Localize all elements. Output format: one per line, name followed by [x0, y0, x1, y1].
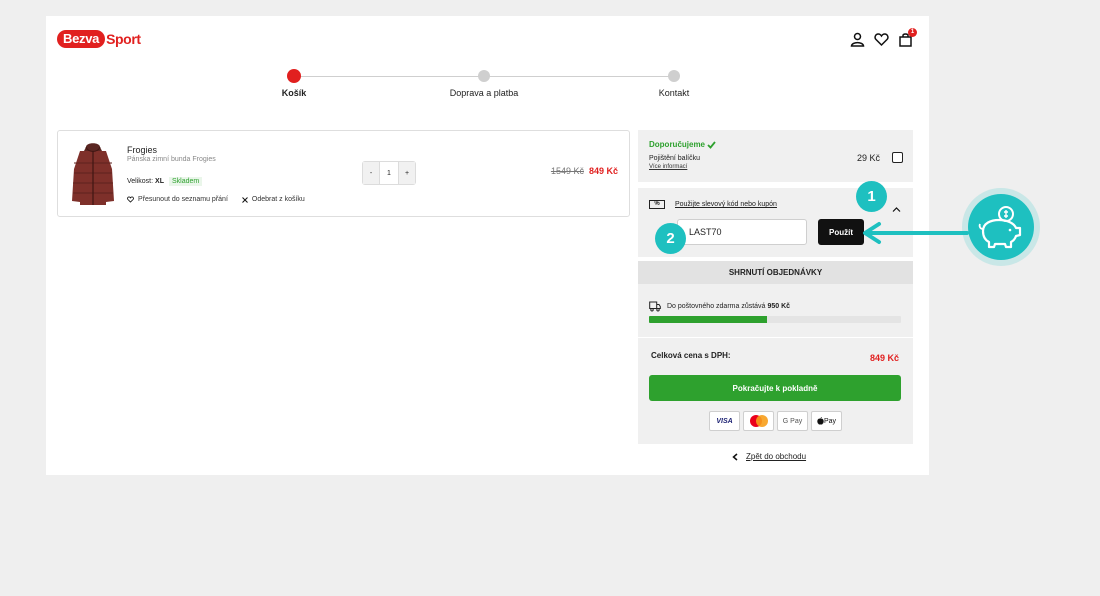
- insurance-checkbox[interactable]: [892, 152, 903, 163]
- coupon-code-input[interactable]: [677, 219, 807, 245]
- free-shipping-text: Do poštovného zdarma zůstává: [667, 303, 766, 310]
- brand-logo[interactable]: Bezva Sport: [57, 30, 141, 48]
- quantity-increase-button[interactable]: +: [399, 162, 415, 184]
- quantity-stepper: - 1 +: [362, 161, 416, 185]
- delivery-truck-icon: [649, 301, 661, 312]
- move-to-wishlist-button[interactable]: Přesunout do seznamu přání: [127, 196, 228, 203]
- step-label: Kontakt: [658, 88, 690, 98]
- step-shipping-payment[interactable]: Doprava a platba: [424, 70, 544, 98]
- insurance-price: 29 Kč: [856, 153, 880, 163]
- new-price: 849 Kč: [588, 166, 618, 176]
- summary-title: SHRNUTÍ OBJEDNÁVKY: [638, 261, 913, 284]
- step-dot: [287, 69, 301, 83]
- product-name[interactable]: Frogies: [127, 145, 157, 155]
- apple-pay-logo: Pay: [811, 411, 842, 431]
- product-image[interactable]: [70, 141, 116, 207]
- recommend-title-text: Doporučujeme: [649, 140, 706, 149]
- chevron-up-icon[interactable]: [892, 200, 901, 212]
- continue-to-checkout-button[interactable]: Pokračujte k pokladně: [649, 375, 901, 401]
- logo-part-sport: Sport: [106, 31, 141, 47]
- free-shipping-row: Do poštovného zdarma zůstává 950 Kč: [649, 301, 790, 312]
- piggy-bank-icon: [978, 206, 1022, 249]
- step-dot: [478, 70, 490, 82]
- recommend-title: Doporučujeme: [649, 140, 716, 149]
- product-actions: Přesunout do seznamu přání Odebrat z koš…: [127, 196, 305, 203]
- checkmark-icon: [707, 140, 716, 149]
- step-badge-1: 1: [856, 181, 887, 212]
- payment-methods: VISA G Pay Pay: [709, 411, 842, 431]
- product-prices: 1549 Kč 849 Kč: [551, 166, 618, 176]
- remove-from-cart-button[interactable]: Odebrat z košíku: [242, 196, 305, 203]
- more-info-link[interactable]: Více informací: [649, 164, 687, 170]
- summary-divider: [638, 337, 913, 338]
- product-size-row: Velikost: XL Skladem: [127, 177, 203, 186]
- step-badge-2: 2: [655, 223, 686, 254]
- coupon-link[interactable]: Použijte slevový kód nebo kupón: [675, 201, 777, 208]
- order-summary: SHRNUTÍ OBJEDNÁVKY Do poštovného zdarma …: [638, 261, 913, 444]
- total-value: 849 Kč: [869, 353, 899, 363]
- product-subtitle: Pánska zimní bunda Frogies: [127, 156, 216, 163]
- quantity-value[interactable]: 1: [379, 162, 399, 184]
- apple-pay-label: Pay: [823, 417, 837, 425]
- heart-icon: [127, 196, 134, 203]
- back-to-shop-link[interactable]: Zpět do obchodu: [732, 452, 806, 461]
- checkout-page: Bezva Sport 1 Košík Doprava a platba Kon…: [46, 16, 929, 475]
- size-value: XL: [155, 178, 164, 185]
- google-pay-logo: G Pay: [777, 411, 808, 431]
- cart-icon[interactable]: 1: [898, 28, 917, 47]
- size-label-text: Velikost:: [127, 178, 154, 185]
- mastercard-logo: [743, 411, 774, 431]
- free-shipping-progress: [649, 316, 901, 323]
- piggy-bank-badge: [962, 188, 1040, 266]
- step-contact[interactable]: Kontakt: [614, 70, 734, 98]
- old-price: 1549 Kč: [550, 166, 584, 176]
- cart-item: Frogies Pánska zimní bunda Frogies Velik…: [57, 130, 630, 217]
- quantity-decrease-button[interactable]: -: [363, 162, 379, 184]
- recommend-box: Doporučujeme Pojištění balíčku Více info…: [638, 130, 913, 182]
- free-shipping-amount: 950 Kč: [767, 303, 791, 310]
- total-label: Celková cena s DPH:: [651, 351, 731, 360]
- heart-icon[interactable]: [874, 32, 889, 47]
- move-to-wishlist-label: Přesunout do seznamu přání: [138, 196, 228, 203]
- step-cart[interactable]: Košík: [234, 69, 354, 98]
- apple-icon: [817, 417, 824, 425]
- chevron-left-icon: [732, 452, 738, 461]
- step-label: Doprava a platba: [449, 88, 519, 98]
- back-to-shop-label: Zpět do obchodu: [746, 452, 807, 461]
- free-shipping-progress-fill: [649, 316, 768, 323]
- checkout-stepper: Košík Doprava a platba Kontakt: [282, 69, 689, 110]
- step-dot: [668, 70, 680, 82]
- step-label: Košík: [281, 88, 307, 98]
- piggy-bank-circle: [968, 194, 1034, 260]
- stock-badge: Skladem: [168, 177, 203, 186]
- insurance-label: Pojištění balíčku: [649, 155, 700, 162]
- visa-logo: VISA: [709, 411, 740, 431]
- cart-count-badge: 1: [908, 28, 917, 37]
- percent-icon: %: [649, 200, 665, 209]
- logo-part-bezva: Bezva: [57, 30, 106, 48]
- user-icon[interactable]: [850, 32, 865, 47]
- remove-from-cart-label: Odebrat z košíku: [251, 196, 305, 203]
- annotation-arrow-icon: [863, 222, 969, 244]
- close-icon: [242, 196, 248, 203]
- coupon-toggle[interactable]: % Použijte slevový kód nebo kupón: [649, 200, 777, 209]
- header-icons: 1: [850, 28, 917, 47]
- size-label: Velikost: XL: [127, 178, 164, 185]
